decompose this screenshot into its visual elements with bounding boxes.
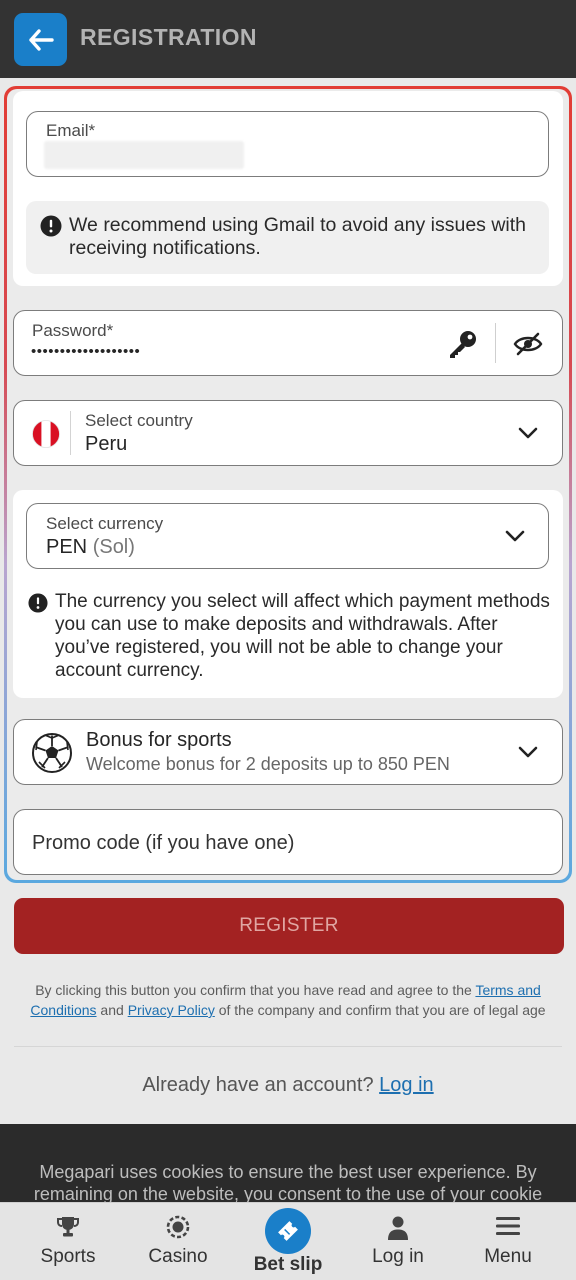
- register-button[interactable]: REGISTER: [14, 898, 564, 954]
- bonus-subtitle: Welcome bonus for 2 deposits up to 850 P…: [86, 754, 450, 774]
- chevron-down-icon: [518, 427, 538, 439]
- country-select[interactable]: Select country Peru: [13, 400, 563, 466]
- cookie-text: Megapari uses cookies to ensure the best…: [33, 1162, 543, 1204]
- page-title: REGISTRATION: [80, 24, 257, 50]
- email-notice-text: We recommend using Gmail to avoid any is…: [69, 214, 527, 259]
- bonus-title: Bonus for sports: [86, 729, 232, 751]
- nav-menu[interactable]: Menu: [460, 1203, 556, 1280]
- nav-log-in[interactable]: Log in: [350, 1203, 446, 1280]
- bonus-select[interactable]: Bonus for sports Welcome bonus for 2 dep…: [13, 719, 563, 785]
- currency-notice-text: The currency you select will affect whic…: [55, 591, 550, 681]
- back-button[interactable]: [14, 13, 67, 66]
- soccer-ball-icon: [32, 733, 72, 773]
- peru-flag-icon: [32, 420, 60, 448]
- country-label: Select country: [85, 411, 193, 430]
- promo-code-input[interactable]: Promo code (if you have one): [13, 809, 563, 875]
- login-prompt: Already have an account? Log in: [142, 1074, 434, 1096]
- password-label: Password*: [32, 321, 114, 340]
- currency-select[interactable]: Select currency PEN (Sol): [26, 503, 549, 569]
- promo-code-placeholder: Promo code (if you have one): [32, 832, 295, 854]
- email-notice: We recommend using Gmail to avoid any is…: [26, 201, 549, 274]
- casino-chip-icon: [166, 1215, 190, 1239]
- bottom-nav: Sports Casino Bet slip Log in Menu: [0, 1202, 576, 1280]
- eye-hidden-icon[interactable]: [513, 331, 543, 357]
- currency-card: Select currency PEN (Sol) The currency y…: [13, 490, 563, 698]
- email-value-blurred: [44, 141, 244, 169]
- currency-code: PEN: [46, 536, 88, 558]
- email-label: Email*: [46, 121, 96, 140]
- user-icon: [388, 1216, 408, 1240]
- top-bar: REGISTRATION: [0, 0, 576, 78]
- chevron-down-icon: [505, 530, 525, 542]
- hamburger-menu-icon: [496, 1217, 520, 1235]
- email-card: Email* We recommend using Gmail to avoid…: [13, 91, 563, 286]
- nav-bet-slip[interactable]: Bet slip: [238, 1203, 338, 1280]
- country-value: Peru: [85, 433, 128, 455]
- email-field[interactable]: Email*: [26, 111, 549, 177]
- ticket-icon: [278, 1221, 298, 1241]
- privacy-policy-link[interactable]: Privacy Policy: [128, 1002, 215, 1018]
- nav-casino-label: Casino: [148, 1246, 208, 1267]
- chevron-down-icon: [518, 746, 538, 758]
- nav-bet-slip-label: Bet slip: [253, 1254, 323, 1275]
- password-field[interactable]: Password* •••••••••••••••••••: [13, 310, 563, 376]
- nav-casino[interactable]: Casino: [130, 1203, 226, 1280]
- nav-log-in-label: Log in: [372, 1246, 424, 1267]
- key-icon[interactable]: [447, 328, 479, 360]
- currency-name: (Sol): [92, 536, 135, 558]
- info-icon: [40, 215, 62, 237]
- info-icon: [28, 593, 48, 613]
- password-value: •••••••••••••••••••: [31, 343, 141, 360]
- legal-notice: By clicking this button you confirm that…: [30, 982, 546, 1018]
- divider: [14, 1046, 562, 1047]
- nav-menu-label: Menu: [484, 1246, 532, 1267]
- login-link[interactable]: Log in: [379, 1074, 434, 1096]
- arrow-left-icon: [28, 28, 54, 51]
- nav-sports[interactable]: Sports: [20, 1203, 116, 1280]
- cookie-banner: Megapari uses cookies to ensure the best…: [0, 1124, 576, 1204]
- registration-form: Email* We recommend using Gmail to avoid…: [4, 86, 572, 883]
- nav-sports-label: Sports: [40, 1246, 96, 1267]
- currency-label: Select currency: [46, 514, 164, 533]
- trophy-icon: [57, 1217, 79, 1237]
